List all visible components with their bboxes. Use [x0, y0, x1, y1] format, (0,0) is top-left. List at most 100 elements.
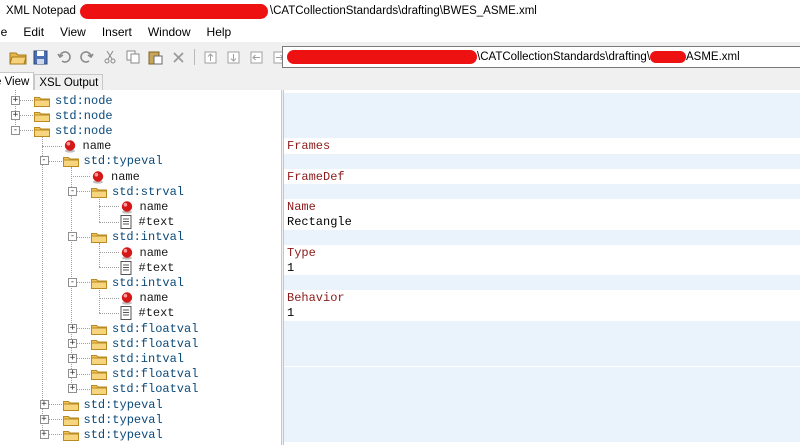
value-cell[interactable]: Behavior: [284, 291, 800, 306]
tree-node[interactable]: std:intval: [91, 230, 184, 245]
tree-node-label: std:typeval: [83, 412, 163, 427]
value-cell[interactable]: Name: [284, 199, 800, 214]
nudge-up-icon[interactable]: [201, 48, 220, 67]
value-cell[interactable]: [284, 108, 800, 124]
menu-help[interactable]: Help: [207, 25, 232, 39]
tree-connector: [99, 221, 119, 223]
tree-node[interactable]: std:intval: [91, 275, 184, 290]
collapse-icon[interactable]: -: [68, 277, 77, 287]
tree-node-label: #text: [138, 306, 175, 321]
paste-icon[interactable]: [146, 48, 165, 67]
tree-node[interactable]: std:intval: [91, 351, 184, 366]
expand-icon[interactable]: +: [68, 338, 77, 348]
expand-icon[interactable]: +: [68, 323, 77, 333]
value-cell[interactable]: [284, 351, 800, 367]
collapse-icon[interactable]: -: [68, 186, 77, 196]
values-pane[interactable]: Frames FrameDef Name Rectangle Type 1 Behavior…: [283, 90, 800, 445]
menu-window[interactable]: Window: [148, 25, 191, 39]
tree-node[interactable]: #text: [120, 215, 175, 230]
undo-icon[interactable]: [54, 48, 73, 67]
cut-icon[interactable]: [100, 48, 119, 67]
collapse-icon[interactable]: -: [11, 125, 20, 135]
value-cell[interactable]: [284, 184, 800, 200]
value-cell[interactable]: [284, 397, 800, 412]
tree-node[interactable]: std:floatval: [91, 382, 198, 397]
value-cell[interactable]: [284, 427, 800, 443]
folder-icon: [62, 414, 84, 426]
tab-xsl-output[interactable]: XSL Output: [34, 74, 104, 90]
tree-node[interactable]: std:floatval: [91, 336, 198, 351]
expand-icon[interactable]: +: [39, 399, 49, 409]
expand-icon[interactable]: +: [39, 414, 49, 424]
value-cell[interactable]: Type: [284, 245, 800, 260]
menu-edit[interactable]: Edit: [23, 25, 44, 39]
tree-node[interactable]: #text: [120, 306, 175, 321]
tree-node[interactable]: #text: [120, 260, 175, 275]
tree-node[interactable]: std:floatval: [91, 367, 198, 382]
tree-node[interactable]: std:node: [34, 93, 113, 108]
copy-icon[interactable]: [123, 48, 142, 67]
delete-icon[interactable]: [169, 48, 188, 67]
value-cell[interactable]: [284, 321, 800, 336]
tree-node[interactable]: std:strval: [91, 184, 184, 199]
tree-connector: [99, 252, 119, 253]
value-cell[interactable]: 1: [284, 260, 800, 275]
menu-view[interactable]: View: [60, 25, 86, 39]
tree-node-label: name: [139, 199, 169, 214]
tree-node[interactable]: name: [91, 169, 140, 184]
value-cell[interactable]: [284, 366, 800, 382]
value-cell[interactable]: [284, 412, 800, 428]
nudge-left-icon[interactable]: [247, 48, 266, 67]
tree-connector: [99, 288, 100, 313]
value-cell[interactable]: [284, 123, 800, 139]
tree-node-label: std:node: [55, 123, 113, 138]
redo-icon[interactable]: [77, 48, 96, 67]
expand-icon[interactable]: +: [11, 95, 20, 105]
collapse-icon[interactable]: -: [68, 232, 77, 242]
value-cell[interactable]: [284, 381, 800, 397]
value-cell[interactable]: [284, 336, 800, 352]
tree-node[interactable]: std:node: [34, 108, 113, 123]
value-cell[interactable]: [284, 229, 800, 245]
tree-connector: [99, 312, 119, 314]
expand-icon[interactable]: +: [68, 384, 77, 394]
tab-tree-view[interactable]: e View: [0, 72, 35, 90]
tree-node[interactable]: std:typeval: [62, 412, 163, 427]
attribute-icon: [120, 246, 140, 260]
tree-node[interactable]: name: [120, 291, 168, 306]
nudge-down-icon[interactable]: [224, 48, 243, 67]
tree-node[interactable]: std:typeval: [62, 397, 163, 412]
open-icon[interactable]: [8, 48, 27, 67]
value-cell[interactable]: [284, 153, 800, 169]
menu-insert[interactable]: Insert: [102, 25, 132, 39]
menu-file[interactable]: le: [0, 25, 7, 39]
tree-connector: [99, 206, 119, 208]
save-icon[interactable]: [31, 48, 50, 67]
tree-pane[interactable]: + std:node + std:node - std:node name - std:type…: [0, 90, 282, 445]
tree-connector: [42, 136, 43, 435]
tree-node[interactable]: name: [120, 199, 169, 214]
attribute-icon: [63, 139, 83, 153]
tree-node[interactable]: std:typeval: [62, 427, 163, 442]
tree-node-label: std:typeval: [83, 154, 163, 169]
tree-node[interactable]: name: [63, 139, 111, 154]
value-cell[interactable]: 1: [284, 306, 800, 321]
expand-icon[interactable]: +: [68, 369, 77, 379]
expand-icon[interactable]: +: [39, 429, 49, 439]
tree-node[interactable]: std:typeval: [62, 154, 163, 169]
folder-icon: [91, 368, 112, 381]
value-cell[interactable]: Rectangle: [284, 215, 800, 230]
expand-icon[interactable]: +: [68, 353, 77, 363]
value-cell[interactable]: FrameDef: [284, 169, 800, 184]
value-cell[interactable]: [284, 93, 800, 108]
tree-node-label: name: [139, 245, 169, 260]
tree-node[interactable]: std:floatval: [91, 321, 198, 336]
tree-node-label: std:node: [55, 93, 113, 108]
expand-icon[interactable]: +: [11, 110, 20, 120]
file-path-field[interactable]: \CATCollectionStandards\drafting\ ASME.x…: [282, 46, 800, 68]
collapse-icon[interactable]: -: [39, 156, 49, 166]
value-cell[interactable]: [284, 275, 800, 291]
value-cell[interactable]: Frames: [284, 139, 800, 154]
tree-node[interactable]: std:node: [34, 123, 113, 138]
tree-node[interactable]: name: [120, 245, 169, 260]
